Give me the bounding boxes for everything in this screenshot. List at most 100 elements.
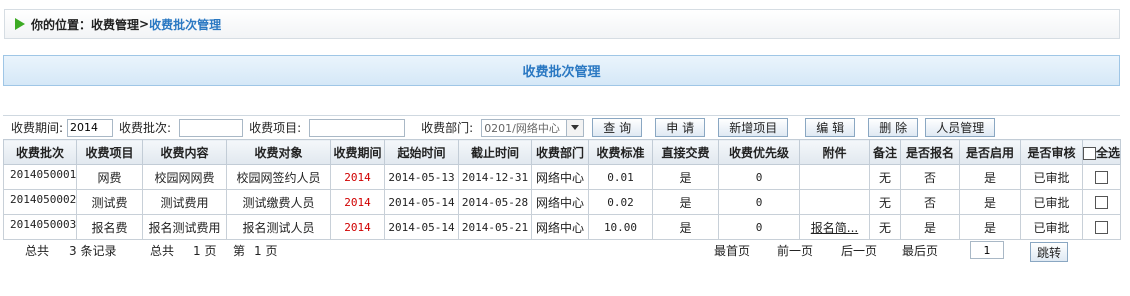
jump-button[interactable]: 跳转 xyxy=(1030,242,1069,262)
delete-button[interactable]: 删 除 xyxy=(868,118,919,137)
col-header: 截止时间 xyxy=(458,139,532,165)
cell-period: 2014 xyxy=(330,214,385,240)
filter-bar: 收费期间: 收费批次: 收费项目: 收费部门: 0201/网络中心 查 询 申 … xyxy=(3,115,1120,139)
cell-signup: 是 xyxy=(900,214,960,240)
cell-remark: 无 xyxy=(869,164,901,190)
cell-batch: 2014050001 xyxy=(3,164,77,190)
table-row[interactable]: 2014050002 测试费 测试费用 测试缴费人员 2014 2014-05-… xyxy=(3,189,1121,215)
dept-select-value: 0201/网络中心 xyxy=(484,121,560,135)
cell-batch: 2014050002 xyxy=(3,189,77,215)
edit-button[interactable]: 编 辑 xyxy=(805,118,856,137)
col-header: 收费项目 xyxy=(76,139,143,165)
batch-table: 收费批次 收费项目 收费内容 收费对象 收费期间 起始时间 截止时间 收费部门 … xyxy=(3,139,1121,240)
total-records: 3 条记录 xyxy=(69,244,117,258)
cell-remark: 无 xyxy=(869,189,901,215)
table-header-row: 收费批次 收费项目 收费内容 收费对象 收费期间 起始时间 截止时间 收费部门 … xyxy=(3,139,1121,165)
query-button[interactable]: 查 询 xyxy=(592,118,643,137)
cell-attachment[interactable]: 报名简... xyxy=(799,214,870,240)
cell-remark: 无 xyxy=(869,214,901,240)
cell-content: 测试费用 xyxy=(142,189,227,215)
item-label: 收费项目: xyxy=(249,121,302,135)
cell-enabled: 是 xyxy=(959,189,1021,215)
col-header: 是否报名 xyxy=(900,139,960,165)
cell-dept: 网络中心 xyxy=(531,164,589,190)
pagination-bar: 总共 3 条记录 总共 1 页 第 1 页 最首页 前一页 后一页 最后页 跳转 xyxy=(3,239,1120,262)
next-page-link[interactable]: 后一页 xyxy=(841,242,877,259)
cell-select xyxy=(1082,164,1121,190)
cell-target: 校园网签约人员 xyxy=(226,164,331,190)
current-value: 1 页 xyxy=(254,244,278,258)
total-prefix: 总共 xyxy=(25,244,50,258)
cell-select xyxy=(1082,189,1121,215)
cell-standard: 0.01 xyxy=(588,164,653,190)
cell-enabled: 是 xyxy=(959,164,1021,190)
cell-direct: 是 xyxy=(652,189,719,215)
col-header: 收费部门 xyxy=(531,139,589,165)
col-header: 收费批次 xyxy=(3,139,77,165)
cell-standard: 0.02 xyxy=(588,189,653,215)
col-header: 收费对象 xyxy=(226,139,331,165)
staff-manage-button[interactable]: 人员管理 xyxy=(925,118,996,137)
col-header: 起始时间 xyxy=(384,139,459,165)
col-header: 直接交费 xyxy=(652,139,719,165)
col-header: 是否启用 xyxy=(959,139,1021,165)
batch-label: 收费批次: xyxy=(119,121,172,135)
batch-input[interactable] xyxy=(179,118,244,137)
table-row[interactable]: 2014050003 报名费 报名测试费用 报名测试人员 2014 2014-0… xyxy=(3,214,1121,240)
select-all-label: 全选 xyxy=(1096,145,1121,160)
cell-audit: 已审批 xyxy=(1020,164,1083,190)
add-item-button[interactable]: 新增项目 xyxy=(718,118,789,137)
prev-page-link[interactable]: 前一页 xyxy=(777,242,813,259)
cell-period: 2014 xyxy=(330,164,385,190)
cell-item: 报名费 xyxy=(76,214,143,240)
breadcrumb: 你的位置： 收费管理 > 收费批次管理 xyxy=(4,9,1120,39)
cell-attachment[interactable] xyxy=(799,164,870,190)
pages-value: 1 页 xyxy=(193,244,217,258)
cell-attachment[interactable] xyxy=(799,189,870,215)
pages-prefix: 总共 xyxy=(150,244,175,258)
cell-item: 网费 xyxy=(76,164,143,190)
cell-standard: 10.00 xyxy=(588,214,653,240)
cell-signup: 否 xyxy=(900,164,960,190)
page-number-input[interactable] xyxy=(970,241,1004,259)
breadcrumb-current: 收费批次管理 xyxy=(149,17,222,32)
cell-enabled: 是 xyxy=(959,214,1021,240)
cell-signup: 否 xyxy=(900,189,960,215)
table-row[interactable]: 2014050001 网费 校园网网费 校园网签约人员 2014 2014-05… xyxy=(3,164,1121,190)
apply-button[interactable]: 申 请 xyxy=(655,118,706,137)
select-all-checkbox[interactable] xyxy=(1083,146,1096,160)
col-header: 附件 xyxy=(799,139,870,165)
cell-start: 2014-05-14 xyxy=(384,189,459,215)
row-checkbox[interactable] xyxy=(1095,220,1108,234)
cell-direct: 是 xyxy=(652,164,719,190)
breadcrumb-parent[interactable]: 收费管理 xyxy=(91,16,139,33)
current-prefix: 第 xyxy=(233,244,246,258)
breadcrumb-separator: > xyxy=(139,17,150,31)
cell-target: 报名测试人员 xyxy=(226,214,331,240)
cell-period: 2014 xyxy=(330,189,385,215)
cell-target: 测试缴费人员 xyxy=(226,189,331,215)
cell-audit: 已审批 xyxy=(1020,214,1083,240)
cell-batch: 2014050003 xyxy=(3,214,77,240)
select-all-header: 全选 xyxy=(1082,139,1121,165)
cell-start: 2014-05-13 xyxy=(384,164,459,190)
col-header: 收费标准 xyxy=(588,139,653,165)
cell-direct: 是 xyxy=(652,214,719,240)
col-header: 是否审核 xyxy=(1020,139,1083,165)
row-checkbox[interactable] xyxy=(1095,195,1108,209)
dept-select[interactable]: 0201/网络中心 xyxy=(481,118,585,137)
cell-item: 测试费 xyxy=(76,189,143,215)
first-page-link[interactable]: 最首页 xyxy=(714,242,750,259)
row-checkbox[interactable] xyxy=(1095,170,1108,184)
chevron-down-icon[interactable] xyxy=(566,119,584,136)
period-label: 收费期间: xyxy=(11,121,64,135)
cell-priority: 0 xyxy=(718,164,800,190)
cell-dept: 网络中心 xyxy=(531,189,589,215)
last-page-link[interactable]: 最后页 xyxy=(902,242,938,259)
cell-select xyxy=(1082,214,1121,240)
item-input[interactable] xyxy=(309,118,406,137)
cell-content: 校园网网费 xyxy=(142,164,227,190)
col-header: 备注 xyxy=(869,139,901,165)
breadcrumb-prefix: 你的位置： xyxy=(31,17,92,32)
period-input[interactable] xyxy=(67,118,114,137)
